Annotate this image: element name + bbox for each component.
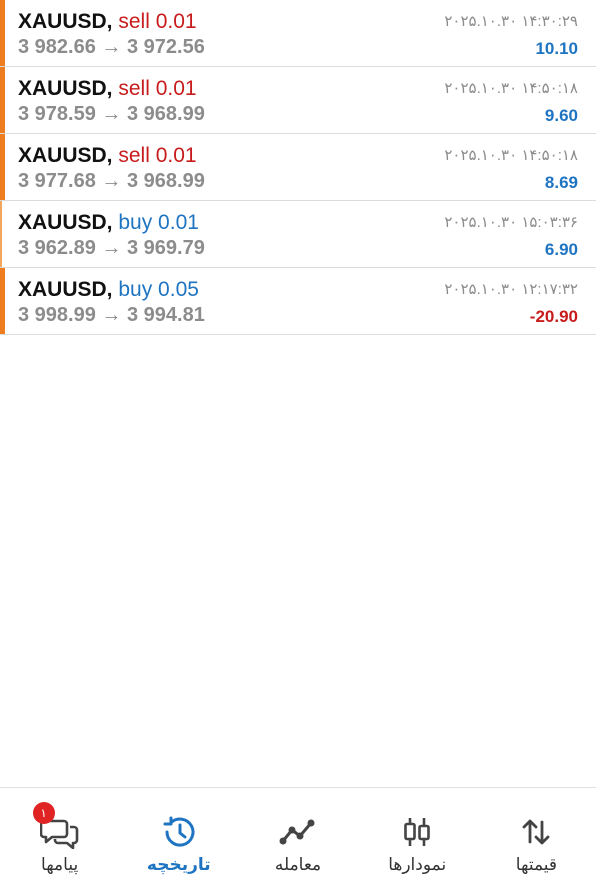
- trade-title: XAUUSD, sell 0.01: [18, 77, 197, 101]
- tab-trade[interactable]: معامله: [238, 788, 357, 886]
- trade-profit: 9.60: [544, 106, 578, 125]
- tab-label: نمودارها: [388, 855, 447, 874]
- trade-title: XAUUSD, buy 0.05: [18, 278, 199, 302]
- trade-row[interactable]: XAUUSD, buy 0.01 3 962.89 → 3 969.79 ۲۰۲…: [0, 201, 596, 268]
- trade-side-volume: sell 0.01: [118, 77, 197, 100]
- tab-label: معامله: [274, 855, 322, 874]
- trade-prices: 3 982.66 → 3 972.56: [18, 36, 205, 58]
- trade-time: ۲۰۲۵.۱۰.۳۰ ۱۲:۱۷:۳۲: [444, 281, 578, 298]
- trade-accent-stripe: [0, 67, 5, 133]
- trade-title: XAUUSD, sell 0.01: [18, 144, 197, 168]
- trade-prices: 3 978.59 → 3 968.99: [18, 103, 205, 125]
- trade-symbol: XAUUSD,: [18, 144, 113, 167]
- trade-row[interactable]: XAUUSD, sell 0.01 3 977.68 → 3 968.99 ۲۰…: [0, 134, 596, 201]
- trade-title: XAUUSD, buy 0.01: [18, 211, 199, 235]
- trade-accent-stripe: [0, 0, 5, 66]
- tab-messages[interactable]: ۱ پیامها: [0, 788, 119, 886]
- trade-row[interactable]: XAUUSD, sell 0.01 3 978.59 → 3 968.99 ۲۰…: [0, 67, 596, 134]
- trade-title: XAUUSD, sell 0.01: [18, 10, 197, 34]
- trade-symbol: XAUUSD,: [18, 278, 113, 301]
- trade-prices: 3 998.99 → 3 994.81: [18, 304, 205, 326]
- trade-profit: 10.10: [535, 39, 578, 58]
- trade-history-list: XAUUSD, sell 0.01 3 982.66 → 3 972.56 ۲۰…: [0, 0, 596, 335]
- trade-time: ۲۰۲۵.۱۰.۳۰ ۱۴:۵۰:۱۸: [444, 80, 578, 97]
- trade-accent-stripe: [0, 201, 2, 267]
- bottom-tab-bar: ۱ پیامها تاریخچه معامله نمودارها قیمتها: [0, 787, 596, 886]
- trade-row[interactable]: XAUUSD, buy 0.05 3 998.99 → 3 994.81 ۲۰۲…: [0, 268, 596, 335]
- tab-quotes[interactable]: قیمتها: [477, 788, 596, 886]
- unread-badge: ۱: [32, 802, 55, 824]
- tab-label: پیامها: [41, 855, 79, 874]
- trade-accent-stripe: [0, 134, 5, 200]
- history-icon: [159, 815, 199, 849]
- trade-profit: 6.90: [544, 240, 578, 259]
- trade-side-volume: buy 0.05: [118, 278, 199, 301]
- trade-side-volume: sell 0.01: [118, 10, 197, 33]
- trade-side-volume: buy 0.01: [118, 211, 199, 234]
- chart-candles-icon: [397, 815, 437, 849]
- quotes-arrows-icon: [516, 815, 556, 849]
- trade-side-volume: sell 0.01: [118, 144, 197, 167]
- trade-symbol: XAUUSD,: [18, 77, 113, 100]
- trade-icon: [278, 815, 318, 849]
- trade-prices: 3 977.68 → 3 968.99: [18, 170, 205, 192]
- trade-symbol: XAUUSD,: [18, 211, 113, 234]
- trade-time: ۲۰۲۵.۱۰.۳۰ ۱۴:۵۰:۱۸: [444, 147, 578, 164]
- tab-charts[interactable]: نمودارها: [358, 788, 477, 886]
- trade-time: ۲۰۲۵.۱۰.۳۰ ۱۵:۰۳:۳۶: [444, 214, 578, 231]
- trade-prices: 3 962.89 → 3 969.79: [18, 237, 205, 259]
- tab-history[interactable]: تاریخچه: [119, 788, 238, 886]
- trade-time: ۲۰۲۵.۱۰.۳۰ ۱۴:۳۰:۲۹: [444, 13, 578, 30]
- trade-profit: 8.69: [544, 173, 578, 192]
- trade-accent-stripe: [0, 268, 5, 334]
- trade-profit: -20.90: [529, 307, 578, 326]
- tab-label: قیمتها: [515, 855, 558, 874]
- trade-row[interactable]: XAUUSD, sell 0.01 3 982.66 → 3 972.56 ۲۰…: [0, 0, 596, 67]
- tab-label: تاریخچه: [146, 855, 211, 874]
- trade-symbol: XAUUSD,: [18, 10, 113, 33]
